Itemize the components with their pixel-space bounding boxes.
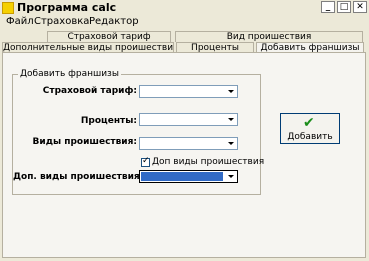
add-button[interactable]: ✔ Добавить — [280, 113, 340, 144]
percent-label: Проценты: — [80, 116, 137, 126]
minimize-button[interactable]: _ — [321, 1, 335, 13]
incident-combo[interactable] — [139, 137, 238, 150]
add-button-label: Добавить — [287, 132, 333, 142]
extra-incident-label: Доп. виды проишествия: — [13, 172, 144, 182]
chevron-down-icon[interactable] — [225, 171, 237, 182]
app-icon — [2, 2, 14, 14]
tab-row-top: Страховой тариф Вид проишествия — [0, 31, 369, 42]
tab-incident-type[interactable]: Вид проишествия — [175, 31, 363, 42]
percent-combo[interactable] — [139, 113, 238, 126]
extra-incident-checkbox[interactable]: ✓ — [141, 156, 150, 167]
caption-buttons: _ □ ✕ — [321, 1, 367, 13]
maximize-button[interactable]: □ — [337, 1, 351, 13]
add-deductibles-group: Добавить франшизы Страховой тариф: Проце… — [12, 69, 265, 195]
green-check-icon: ✔ — [303, 115, 315, 131]
chevron-down-icon[interactable] — [225, 114, 237, 125]
extra-incident-combo[interactable] — [139, 170, 238, 183]
incident-label: Виды проишествия: — [32, 137, 137, 147]
menu-editor[interactable]: Редактор — [89, 15, 139, 28]
title-bar[interactable]: Программа calc _ □ ✕ — [0, 0, 369, 15]
menu-insurance[interactable]: Страховка — [34, 15, 89, 28]
selection-highlight — [141, 172, 223, 181]
tab-panel: Добавить франшизы Страховой тариф: Проце… — [2, 52, 366, 258]
menu-file[interactable]: Файл — [6, 15, 34, 28]
extra-incident-checkbox-label: Доп виды проишествия — [152, 157, 265, 167]
app-window: Программа calc _ □ ✕ Файл Страховка Реда… — [0, 0, 369, 261]
tab-insurance-tariff[interactable]: Страховой тариф — [47, 31, 171, 42]
chevron-down-icon[interactable] — [225, 138, 237, 149]
window-title: Программа calc — [17, 1, 117, 14]
chevron-down-icon[interactable] — [225, 86, 237, 97]
group-title: Добавить франшизы — [18, 69, 121, 79]
close-button[interactable]: ✕ — [353, 1, 367, 13]
tariff-combo[interactable] — [139, 85, 238, 98]
tariff-label: Страховой тариф: — [42, 86, 137, 96]
checkmark-icon: ✓ — [142, 156, 150, 166]
menu-bar: Файл Страховка Редактор — [0, 15, 369, 28]
